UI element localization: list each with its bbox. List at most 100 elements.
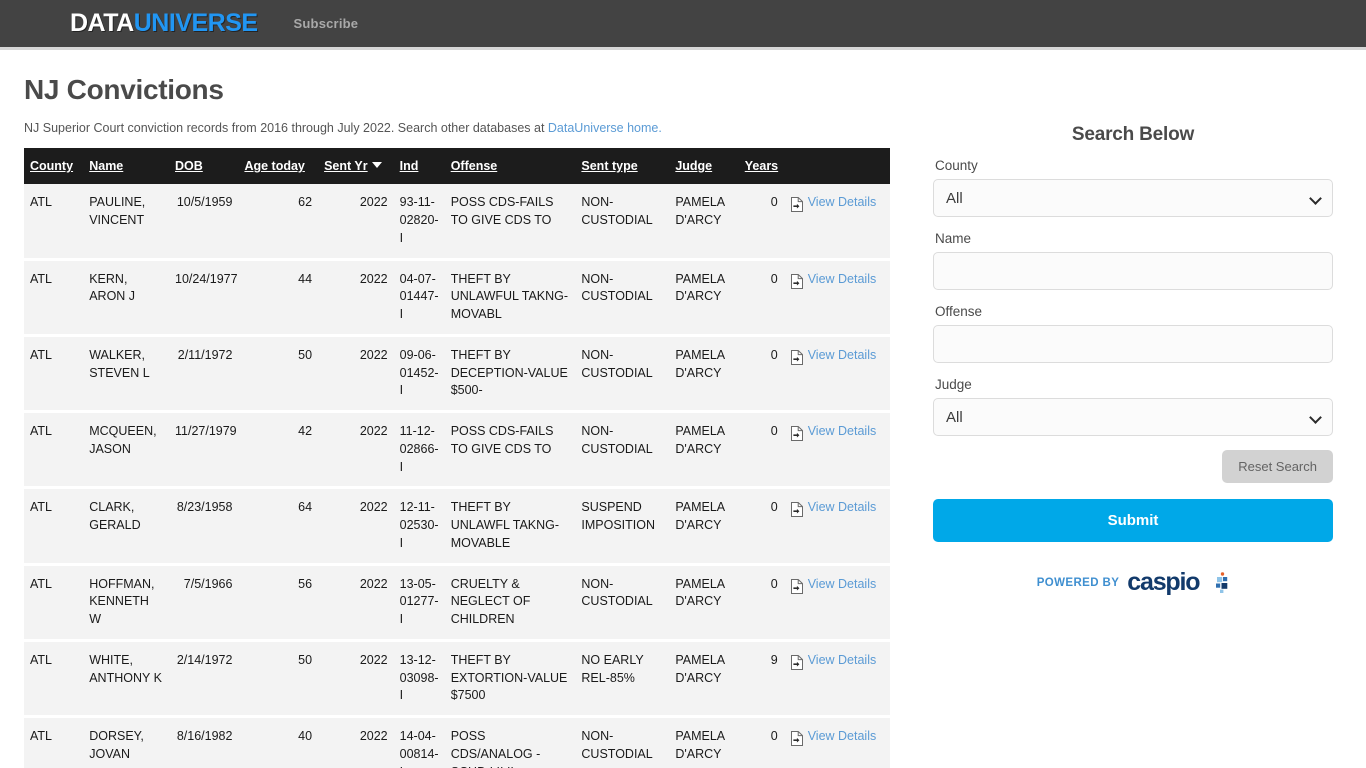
view-details-link[interactable]: View Details <box>808 729 877 743</box>
column-header-age-today[interactable]: Age today <box>238 148 319 185</box>
table-body: ATL PAULINE, VINCENT 10/5/1959 62 2022 93-11-… <box>24 184 890 768</box>
view-details-link[interactable]: View Details <box>808 500 877 514</box>
column-header-sent-yr[interactable]: Sent Yr <box>318 148 394 185</box>
name-input[interactable] <box>933 252 1333 290</box>
column-header-ind[interactable]: Ind <box>393 148 445 185</box>
cell-dob: 10/5/1959 <box>169 184 239 261</box>
offense-input[interactable] <box>933 325 1333 363</box>
offense-label: Offense <box>935 304 983 319</box>
cell-dob: 10/24/1977 <box>169 259 239 337</box>
cell-sent_yr: 2022 <box>318 184 394 261</box>
subscribe-link[interactable]: Subscribe <box>294 16 359 31</box>
column-header-offense[interactable]: Offense <box>444 148 576 185</box>
cell-offense: THEFT BY DECEPTION-VALUE $500- <box>444 335 576 414</box>
document-arrow-icon <box>790 654 804 676</box>
cell-years: 0 <box>738 184 784 261</box>
cell-judge: PAMELA D'ARCY <box>669 259 739 337</box>
logo-text-data: DATA <box>70 9 134 37</box>
column-header-name[interactable]: Name <box>83 148 169 185</box>
cell-offense: POSS CDS-FAILS TO GIVE CDS TO <box>444 184 576 261</box>
name-label: Name <box>935 231 972 246</box>
cell-sent_yr: 2022 <box>318 411 394 490</box>
cell-ind: 93-11-02820-I <box>393 184 445 261</box>
table-header: County Name DOB Age today Sent Yr Ind Of… <box>24 148 890 185</box>
cell-sent_type: NON-CUSTODIAL <box>575 411 670 490</box>
document-arrow-icon <box>790 197 804 218</box>
cell-county: ATL <box>24 259 84 337</box>
cell-years: 0 <box>738 487 784 566</box>
cell-view-details: View Details <box>783 184 890 261</box>
search-panel: Search Below County All Name Offense Jud… <box>900 50 1366 595</box>
cell-view-details: View Details <box>783 487 890 566</box>
view-details-link[interactable]: View Details <box>808 653 877 667</box>
page-title: NJ Convictions <box>24 74 224 105</box>
column-header-judge[interactable]: Judge <box>669 148 739 185</box>
cell-county: ATL <box>24 335 84 414</box>
cell-years: 0 <box>738 564 784 642</box>
table-row: ATL CLARK, GERALD 8/23/1958 64 2022 12-11-025… <box>24 487 890 566</box>
table-row: ATL DORSEY, JOVAN 8/16/1982 40 2022 14-04-008… <box>24 716 890 768</box>
document-arrow-icon <box>790 502 804 523</box>
cell-offense: CRUELTY & NEGLECT OF CHILDREN <box>444 564 576 642</box>
cell-name: MCQUEEN, JASON <box>83 411 169 490</box>
cell-sent_yr: 2022 <box>318 716 394 768</box>
document-arrow-icon <box>790 426 804 447</box>
submit-button[interactable]: Submit <box>933 499 1333 542</box>
logo-text-universe: UNIVERSE <box>133 9 258 37</box>
cell-age: 50 <box>238 335 319 414</box>
cell-offense: THEFT BY UNLAWFL TAKNG-MOVABLE <box>444 487 576 566</box>
cell-years: 0 <box>738 335 784 414</box>
column-header-county[interactable]: County <box>24 148 84 185</box>
view-details-link[interactable]: View Details <box>808 348 877 362</box>
view-details-link[interactable]: View Details <box>808 577 877 591</box>
cell-age: 56 <box>238 564 319 642</box>
column-header-years[interactable]: Years <box>738 148 784 185</box>
cell-years: 0 <box>738 716 784 768</box>
table-row: ATL KERN, ARON J 10/24/1977 44 2022 04-07-014… <box>24 259 890 337</box>
cell-sent_type: NON-CUSTODIAL <box>575 259 670 337</box>
document-arrow-icon <box>790 578 804 600</box>
cell-judge: PAMELA D'ARCY <box>669 564 739 642</box>
cell-name: DORSEY, JOVAN <box>83 716 169 768</box>
table-row: ATL PAULINE, VINCENT 10/5/1959 62 2022 93-11-… <box>24 184 890 261</box>
cell-dob: 7/5/1966 <box>169 564 239 642</box>
cell-age: 50 <box>238 640 319 719</box>
view-details-link[interactable]: View Details <box>808 424 877 438</box>
cell-offense: POSS CDS/ANALOG - SCHD I II II <box>444 716 576 768</box>
judge-label: Judge <box>935 377 972 392</box>
cell-dob: 11/27/1979 <box>169 411 239 490</box>
reset-search-button[interactable]: Reset Search <box>1222 450 1333 483</box>
judge-select[interactable]: All <box>933 398 1333 436</box>
cell-ind: 09-06-01452-I <box>393 335 445 414</box>
document-arrow-icon <box>790 731 804 752</box>
cell-county: ATL <box>24 411 84 490</box>
cell-judge: PAMELA D'ARCY <box>669 411 739 490</box>
datauniverse-home-link[interactable]: DataUniverse home. <box>548 121 662 135</box>
column-header-sent-type[interactable]: Sent type <box>575 148 670 185</box>
cell-name: KERN, ARON J <box>83 259 169 337</box>
name-field-block: Name <box>933 231 1333 290</box>
datauniverse-logo[interactable]: DATAUNIVERSE <box>70 11 258 36</box>
cell-years: 0 <box>738 259 784 337</box>
county-select[interactable]: All <box>933 179 1333 217</box>
caspio-squares-icon <box>1216 571 1228 593</box>
cell-sent_type: NO EARLY REL-85% <box>575 640 670 719</box>
cell-dob: 8/23/1958 <box>169 487 239 566</box>
cell-sent_yr: 2022 <box>318 640 394 719</box>
cell-sent_yr: 2022 <box>318 487 394 566</box>
cell-ind: 14-04-00814-I <box>393 716 445 768</box>
cell-years: 9 <box>738 640 784 719</box>
cell-dob: 2/14/1972 <box>169 640 239 719</box>
reset-row: Reset Search <box>933 450 1333 483</box>
offense-field-block: Offense <box>933 304 1333 363</box>
cell-county: ATL <box>24 487 84 566</box>
view-details-link[interactable]: View Details <box>808 272 877 286</box>
view-details-link[interactable]: View Details <box>808 195 877 209</box>
cell-offense: THEFT BY UNLAWFUL TAKNG-MOVABL <box>444 259 576 337</box>
cell-name: WHITE, ANTHONY K <box>83 640 169 719</box>
cell-age: 44 <box>238 259 319 337</box>
county-field-block: County All <box>933 158 1333 217</box>
column-header-dob[interactable]: DOB <box>169 148 239 185</box>
cell-county: ATL <box>24 716 84 768</box>
subtitle-text: NJ Superior Court conviction records fro… <box>24 121 548 135</box>
